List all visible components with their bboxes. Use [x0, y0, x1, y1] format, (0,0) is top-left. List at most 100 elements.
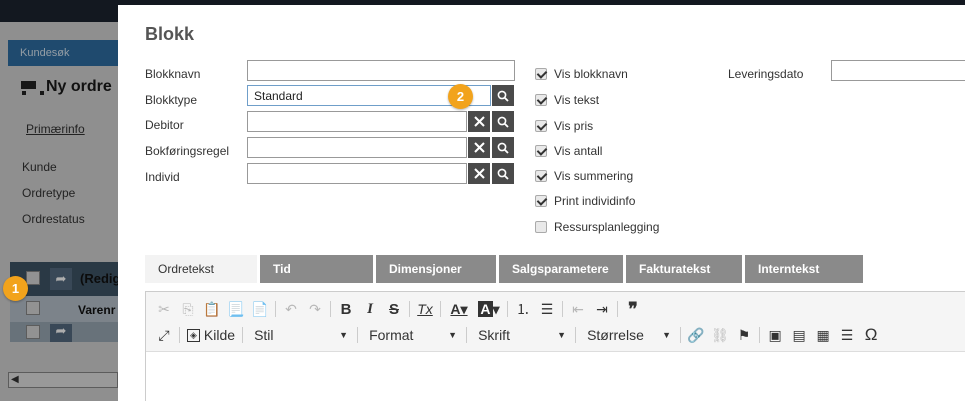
- separator: [275, 301, 276, 317]
- tab-fakturatekst[interactable]: Fakturatekst: [626, 255, 742, 283]
- cut-icon[interactable]: ✂: [152, 298, 176, 320]
- step-badge-1: 1: [3, 276, 28, 301]
- individ-input[interactable]: [247, 163, 467, 184]
- blokktype-search-button[interactable]: [492, 85, 514, 106]
- tab-dimensjoner[interactable]: Dimensjoner: [376, 255, 496, 283]
- separator: [330, 301, 331, 317]
- checkbox-box[interactable]: [535, 195, 547, 207]
- individ-label: Individ: [145, 170, 180, 184]
- source-button[interactable]: ◈ Kilde: [183, 327, 239, 343]
- blokknavn-input[interactable]: [247, 60, 515, 81]
- background-color-icon[interactable]: A ▾: [474, 298, 504, 320]
- paste-text-icon[interactable]: 📃: [224, 298, 248, 320]
- bokforingsregel-clear-button[interactable]: [468, 137, 490, 158]
- copy-icon[interactable]: ⎘: [176, 298, 200, 320]
- separator: [440, 301, 441, 317]
- table-icon[interactable]: ▦: [811, 324, 835, 346]
- checkbox-box[interactable]: [535, 221, 547, 233]
- undo-icon[interactable]: ↶: [279, 298, 303, 320]
- bulleted-list-icon[interactable]: ☰: [535, 298, 559, 320]
- vis-blokknavn-checkbox[interactable]: Vis blokknavn: [535, 67, 628, 81]
- leveringsdato-input[interactable]: [831, 60, 965, 81]
- italic-button[interactable]: I: [358, 298, 382, 320]
- checkbox-box[interactable]: [535, 120, 547, 132]
- separator: [507, 301, 508, 317]
- checkbox-box[interactable]: [535, 68, 547, 80]
- separator: [242, 327, 244, 343]
- checkbox-box[interactable]: [535, 145, 547, 157]
- link-icon[interactable]: 🔗: [684, 324, 708, 346]
- individ-clear-button[interactable]: [468, 163, 490, 184]
- horizontal-line-icon[interactable]: ☰: [835, 324, 859, 346]
- paste-word-icon[interactable]: 📄: [248, 298, 272, 320]
- tab-salgsparametere[interactable]: Salgsparametere: [499, 255, 623, 283]
- numbered-list-icon[interactable]: ⒈: [511, 298, 535, 320]
- checkbox-label: Print individinfo: [554, 194, 636, 208]
- size-dropdown[interactable]: Størrelse ▼: [579, 324, 677, 346]
- debitor-clear-button[interactable]: [468, 111, 490, 132]
- individ-search-button[interactable]: [492, 163, 514, 184]
- close-icon: [473, 142, 485, 153]
- rich-text-editor: ✂ ⎘ 📋 📃 📄 ↶ ↷ B I S Tx A▾ A ▾ ⒈ ☰ ⇤ ⇥ ❞ …: [145, 291, 965, 401]
- special-char-icon[interactable]: Ω: [859, 324, 883, 346]
- separator: [617, 301, 618, 317]
- vis-antall-checkbox[interactable]: Vis antall: [535, 144, 602, 158]
- checkbox-label: Vis blokknavn: [554, 67, 628, 81]
- editor-content-area[interactable]: [146, 353, 965, 401]
- separator: [575, 327, 577, 343]
- bokforingsregel-input[interactable]: [247, 137, 467, 158]
- editor-toolbar: ✂ ⎘ 📋 📃 📄 ↶ ↷ B I S Tx A▾ A ▾ ⒈ ☰ ⇤ ⇥ ❞ …: [146, 292, 965, 352]
- vis-summering-checkbox[interactable]: Vis summering: [535, 169, 633, 183]
- text-color-icon[interactable]: A▾: [444, 298, 474, 320]
- checkbox-label: Vis pris: [554, 119, 594, 133]
- blokktype-label: Blokktype: [145, 93, 198, 107]
- maximize-icon[interactable]: ⤢: [152, 324, 176, 346]
- debitor-label: Debitor: [145, 118, 184, 132]
- checkbox-box[interactable]: [535, 94, 547, 106]
- decrease-indent-icon[interactable]: ⇤: [566, 298, 590, 320]
- bold-button[interactable]: B: [334, 298, 358, 320]
- tab-bar: Ordretekst Tid Dimensjoner Salgsparamete…: [145, 255, 866, 283]
- chevron-down-icon: ▼: [557, 330, 567, 340]
- vis-tekst-checkbox[interactable]: Vis tekst: [535, 93, 599, 107]
- search-icon: [497, 90, 509, 102]
- debitor-input[interactable]: [247, 111, 467, 132]
- search-icon: [497, 116, 509, 128]
- blokk-dialog: Blokk Blokknavn Blokktype Debitor Bokfør…: [118, 5, 965, 401]
- chevron-down-icon: ▼: [662, 330, 672, 340]
- redo-icon[interactable]: ↷: [303, 298, 327, 320]
- chevron-down-icon: ▼: [339, 330, 349, 340]
- tab-tid[interactable]: Tid: [260, 255, 373, 283]
- anchor-flag-icon[interactable]: ⚑: [732, 324, 756, 346]
- separator: [179, 327, 180, 343]
- blockquote-icon[interactable]: ❞: [621, 298, 645, 320]
- tab-ordretekst[interactable]: Ordretekst: [145, 255, 257, 283]
- source-icon: ◈: [187, 328, 200, 342]
- style-dropdown[interactable]: Stil ▼: [246, 324, 354, 346]
- increase-indent-icon[interactable]: ⇥: [590, 298, 614, 320]
- separator: [409, 301, 410, 317]
- paste-icon[interactable]: 📋: [200, 298, 224, 320]
- debitor-search-button[interactable]: [492, 111, 514, 132]
- format-dropdown[interactable]: Format ▼: [361, 324, 463, 346]
- tab-interntekst[interactable]: Interntekst: [745, 255, 863, 283]
- remove-format-icon[interactable]: Tx: [413, 298, 437, 320]
- bokforingsregel-search-button[interactable]: [492, 137, 514, 158]
- file-icon[interactable]: ▤: [787, 324, 811, 346]
- separator: [562, 301, 563, 317]
- unlink-icon[interactable]: ⛓: [708, 324, 732, 346]
- strikethrough-button[interactable]: S: [382, 298, 406, 320]
- search-icon: [497, 142, 509, 154]
- print-individinfo-checkbox[interactable]: Print individinfo: [535, 194, 635, 208]
- checkbox-label: Vis antall: [554, 144, 603, 158]
- close-icon: [473, 116, 485, 127]
- ressursplanlegging-checkbox[interactable]: Ressursplanlegging: [535, 220, 659, 234]
- image-icon[interactable]: ▣: [763, 324, 787, 346]
- leveringsdato-label: Leveringsdato: [728, 67, 804, 81]
- checkbox-label: Vis tekst: [554, 93, 600, 107]
- bokforingsregel-label: Bokføringsregel: [145, 144, 230, 158]
- step-badge-2: 2: [448, 84, 473, 109]
- vis-pris-checkbox[interactable]: Vis pris: [535, 119, 593, 133]
- font-dropdown[interactable]: Skrift ▼: [470, 324, 572, 346]
- checkbox-box[interactable]: [535, 170, 547, 182]
